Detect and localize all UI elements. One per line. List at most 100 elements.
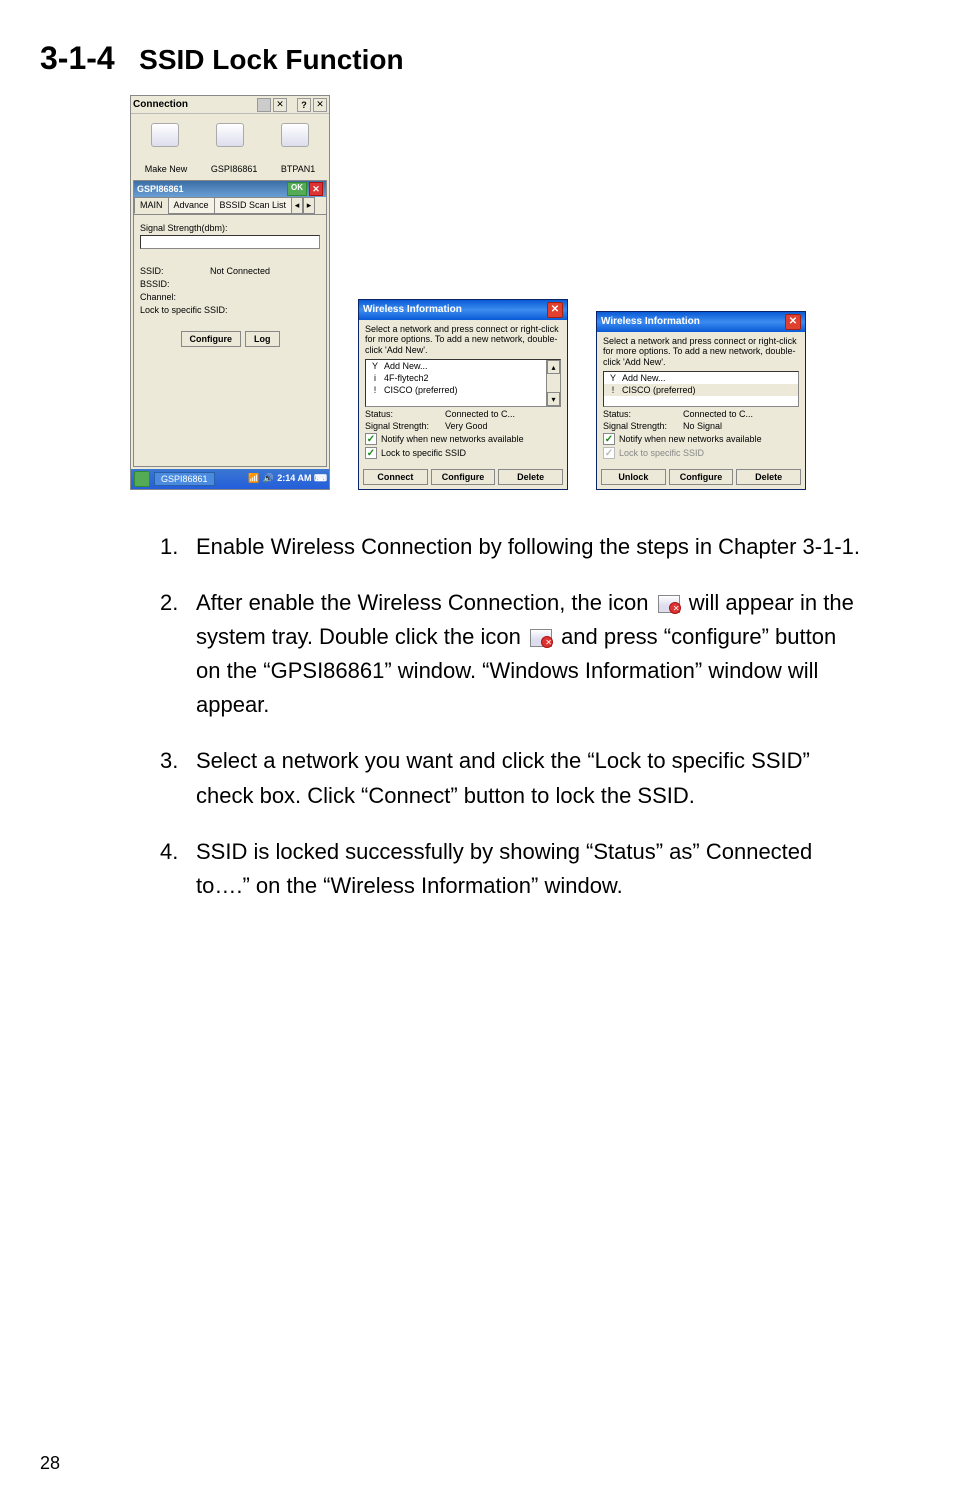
wi1-scrollbar[interactable]: ▴ ▾ bbox=[546, 360, 560, 406]
ok-button[interactable]: OK bbox=[287, 182, 307, 196]
instruction-4: 4. SSID is locked successfully by showin… bbox=[160, 835, 861, 903]
instruction-2: 2. After enable the Wireless Connection,… bbox=[160, 586, 861, 722]
list-item: !CISCO (preferred) bbox=[366, 384, 560, 396]
wi2-lock-label: Lock to specific SSID bbox=[619, 448, 704, 458]
instr-number: 3. bbox=[160, 744, 196, 812]
tray-volume-icon[interactable]: 🔊 bbox=[263, 473, 275, 485]
wireless-info-dialog-2: Wireless Information ✕ Select a network … bbox=[596, 311, 806, 490]
connection-labels: Make New GSPI86861 BTPAN1 bbox=[131, 164, 329, 178]
list-item-label: Add New... bbox=[622, 373, 666, 383]
channel-value bbox=[210, 292, 320, 302]
connection-icons-row bbox=[131, 114, 329, 164]
tab-strip: MAIN Advance BSSID Scan List ◂ ▸ bbox=[134, 197, 326, 215]
tab-bssid-scan[interactable]: BSSID Scan List bbox=[214, 197, 293, 214]
titlebar-help-icon[interactable]: ? bbox=[297, 98, 311, 112]
configure-button[interactable]: Configure bbox=[181, 331, 242, 347]
titlebar-icon[interactable] bbox=[257, 98, 271, 112]
tray-network-icon[interactable]: 📶 bbox=[248, 473, 260, 485]
tray-keyboard-icon[interactable]: ⌨ bbox=[314, 473, 326, 485]
tab-scroll-right-icon[interactable]: ▸ bbox=[303, 197, 315, 214]
start-button-icon[interactable] bbox=[134, 471, 150, 487]
wi2-close-icon[interactable]: ✕ bbox=[785, 314, 801, 330]
section-heading: 3-1-4 SSID Lock Function bbox=[40, 40, 901, 77]
lock-ssid-label: Lock to specific SSID: bbox=[140, 305, 250, 315]
make-new-connection-icon[interactable] bbox=[147, 123, 183, 159]
btpan-connection-icon[interactable] bbox=[277, 123, 313, 159]
section-title: SSID Lock Function bbox=[139, 44, 403, 75]
gspi-body: Signal Strength(dbm): SSID:Not Connected… bbox=[134, 215, 326, 466]
checkbox-checked-icon[interactable]: ✓ bbox=[365, 447, 377, 459]
wi2-network-list[interactable]: YAdd New... !CISCO (preferred) bbox=[603, 371, 799, 407]
taskbar-clock: 📶 🔊 2:14 AM ⌨ bbox=[248, 473, 326, 485]
tray-wireless-icon bbox=[530, 629, 552, 647]
signal-strength-label: Signal Strength(dbm): bbox=[140, 223, 320, 233]
ssid-value: Not Connected bbox=[210, 266, 320, 276]
instruction-3: 3. Select a network you want and click t… bbox=[160, 744, 861, 812]
wi2-signal-label: Signal Strength: bbox=[603, 421, 683, 431]
wi1-lock-checkbox-row[interactable]: ✓Lock to specific SSID bbox=[365, 447, 561, 459]
wireless-info-dialog-1: Wireless Information ✕ Select a network … bbox=[358, 299, 568, 490]
gspi-connection-icon[interactable] bbox=[212, 123, 248, 159]
section-number: 3-1-4 bbox=[40, 40, 115, 76]
log-button[interactable]: Log bbox=[245, 331, 280, 347]
ce-titlebar: Connection ✕ ? ✕ bbox=[131, 96, 329, 114]
taskbar: GSPI86861 📶 🔊 2:14 AM ⌨ bbox=[131, 469, 329, 489]
instructions-list: 1. Enable Wireless Connection by followi… bbox=[160, 530, 861, 903]
lock-ssid-value bbox=[250, 305, 320, 315]
wi1-notify-checkbox-row[interactable]: ✓ Notify when new networks available bbox=[365, 433, 561, 445]
signal-icon: ! bbox=[608, 385, 618, 395]
instr-number: 4. bbox=[160, 835, 196, 903]
screenshots-row: Connection ✕ ? ✕ Make New GSPI86861 BTPA… bbox=[130, 95, 901, 490]
connect-button[interactable]: Connect bbox=[363, 469, 428, 485]
wi2-status-value: Connected to C... bbox=[683, 409, 753, 419]
titlebar-minimize-icon[interactable]: ✕ bbox=[273, 98, 287, 112]
wi2-lock-checkbox-row: ✓Lock to specific SSID bbox=[603, 447, 799, 459]
signal-icon: ! bbox=[370, 385, 380, 395]
wi1-title: Wireless Information bbox=[363, 304, 462, 315]
gspi-label: GSPI86861 bbox=[211, 164, 258, 176]
wi2-instruction: Select a network and press connect or ri… bbox=[603, 336, 799, 367]
instr-text: Enable Wireless Connection by following … bbox=[196, 530, 861, 564]
tab-advance[interactable]: Advance bbox=[168, 197, 215, 214]
btpan-label: BTPAN1 bbox=[281, 164, 315, 176]
make-new-label: Make New bbox=[145, 164, 188, 176]
wi2-notify-checkbox-row[interactable]: ✓ Notify when new networks available bbox=[603, 433, 799, 445]
taskbar-app-button[interactable]: GSPI86861 bbox=[154, 472, 215, 486]
unlock-button[interactable]: Unlock bbox=[601, 469, 666, 485]
checkbox-checked-icon[interactable]: ✓ bbox=[603, 433, 615, 445]
scroll-up-icon[interactable]: ▴ bbox=[547, 360, 560, 374]
info-icon: i bbox=[370, 373, 380, 383]
checkbox-checked-icon[interactable]: ✓ bbox=[365, 433, 377, 445]
list-item: i 4F-flytech2 bbox=[366, 372, 560, 384]
tab-main[interactable]: MAIN bbox=[134, 197, 169, 214]
titlebar-close-icon[interactable]: ✕ bbox=[313, 98, 327, 112]
wi1-titlebar: Wireless Information ✕ bbox=[359, 300, 567, 320]
ssid-label: SSID: bbox=[140, 266, 210, 276]
sub-close-icon[interactable]: ✕ bbox=[309, 182, 323, 196]
instr-number: 1. bbox=[160, 530, 196, 564]
wi2-titlebar: Wireless Information ✕ bbox=[597, 312, 805, 332]
gspi-sub-title: GSPI86861 bbox=[137, 184, 184, 194]
list-item-label: 4F-flytech2 bbox=[384, 373, 429, 383]
delete-button[interactable]: Delete bbox=[498, 469, 563, 485]
delete-button[interactable]: Delete bbox=[736, 469, 801, 485]
gspi-sub-titlebar: GSPI86861 OK ✕ bbox=[134, 181, 326, 197]
tab-scroll-left-icon[interactable]: ◂ bbox=[291, 197, 303, 214]
wi1-notify-label: Notify when new networks available bbox=[381, 434, 524, 444]
wi1-network-list[interactable]: YAdd New... i4F-flytech2 !CISCO (preferr… bbox=[365, 359, 561, 407]
wi1-close-icon[interactable]: ✕ bbox=[547, 302, 563, 318]
wi2-notify-label: Notify when new networks available bbox=[619, 434, 762, 444]
antenna-icon: Y bbox=[370, 361, 380, 371]
instruction-1: 1. Enable Wireless Connection by followi… bbox=[160, 530, 861, 564]
wi1-signal-value: Very Good bbox=[445, 421, 488, 431]
gspi-subwindow: GSPI86861 OK ✕ MAIN Advance BSSID Scan L… bbox=[133, 180, 327, 467]
page-number: 28 bbox=[40, 1453, 60, 1474]
configure-button[interactable]: Configure bbox=[669, 469, 734, 485]
wi1-instruction: Select a network and press connect or ri… bbox=[365, 324, 561, 355]
instr-number: 2. bbox=[160, 586, 196, 722]
configure-button[interactable]: Configure bbox=[431, 469, 496, 485]
scroll-down-icon[interactable]: ▾ bbox=[547, 392, 560, 406]
taskbar-time: 2:14 AM bbox=[277, 473, 311, 483]
bssid-value bbox=[210, 279, 320, 289]
screenshot-gspi-window: Connection ✕ ? ✕ Make New GSPI86861 BTPA… bbox=[130, 95, 330, 490]
